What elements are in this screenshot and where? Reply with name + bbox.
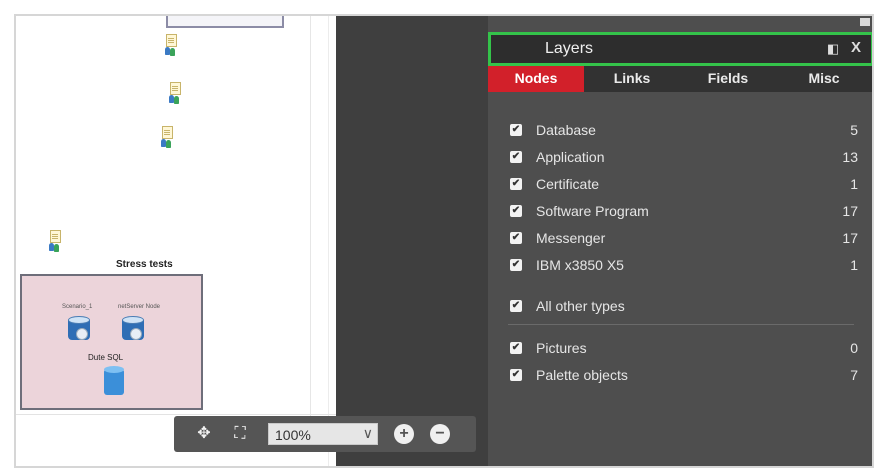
zoom-select[interactable]: 100% ∨	[268, 423, 378, 445]
layer-row-database[interactable]: ✔ Database 5	[488, 120, 872, 142]
layer-checkbox[interactable]: ✔	[510, 232, 522, 244]
layer-label: Messenger	[536, 230, 606, 246]
chevron-down-icon: ∨	[362, 425, 373, 441]
fit-screen-icon[interactable]: ⛶	[230, 424, 250, 444]
canvas-divider	[16, 414, 336, 415]
application-node-icon[interactable]	[48, 230, 62, 254]
layer-row-palette-objects[interactable]: ✔ Palette objects 7	[488, 365, 872, 387]
layer-count: 13	[842, 149, 858, 165]
server-icon[interactable]	[122, 316, 144, 342]
layer-checkbox[interactable]: ✔	[510, 124, 522, 136]
stress-tests-group[interactable]: Scenario_1 netServer Node Dute SQL	[20, 274, 203, 410]
close-icon[interactable]: X	[849, 40, 863, 56]
layer-label: Software Program	[536, 203, 649, 219]
diagram-canvas[interactable]: Stress tests Scenario_1 netServer Node D…	[16, 16, 336, 466]
layer-label: Certificate	[536, 176, 600, 192]
diagram-group-box[interactable]	[166, 16, 284, 28]
layer-label: Palette objects	[536, 367, 628, 383]
application-node-icon[interactable]	[164, 34, 178, 58]
canvas-divider	[310, 16, 311, 416]
divider	[508, 324, 854, 325]
database-icon[interactable]	[104, 366, 124, 396]
layer-row-all-other-types[interactable]: ✔ All other types	[488, 296, 872, 318]
node-label: Scenario_1	[62, 304, 93, 310]
canvas-divider	[328, 16, 329, 466]
layer-count: 5	[850, 122, 858, 138]
layers-panel: Layers ◧ X Nodes Links Fields Misc ✔ Dat…	[488, 16, 872, 466]
layer-row-application[interactable]: ✔ Application 13	[488, 147, 872, 169]
tab-misc[interactable]: Misc	[776, 66, 872, 92]
zoom-toolbar: ✥ ⛶ 100% ∨ + −	[174, 416, 476, 452]
panel-resize-handle[interactable]	[860, 18, 870, 26]
server-icon[interactable]	[68, 316, 90, 342]
app-frame: Stress tests Scenario_1 netServer Node D…	[14, 14, 874, 468]
layer-row-messenger[interactable]: ✔ Messenger 17	[488, 228, 872, 250]
layer-checkbox[interactable]: ✔	[510, 178, 522, 190]
layers-tabs: Nodes Links Fields Misc	[488, 66, 872, 92]
layer-label: All other types	[536, 298, 625, 314]
tab-nodes[interactable]: Nodes	[488, 66, 584, 92]
layer-row-pictures[interactable]: ✔ Pictures 0	[488, 338, 872, 360]
application-node-icon[interactable]	[168, 82, 182, 106]
application-node-icon[interactable]	[160, 126, 174, 150]
layer-checkbox[interactable]: ✔	[510, 300, 522, 312]
zoom-in-button[interactable]: +	[394, 424, 414, 444]
canvas-background	[336, 16, 488, 466]
layer-row-certificate[interactable]: ✔ Certificate 1	[488, 174, 872, 196]
layer-count: 1	[850, 257, 858, 273]
layer-checkbox[interactable]: ✔	[510, 205, 522, 217]
layer-checkbox[interactable]: ✔	[510, 369, 522, 381]
layer-count: 7	[850, 367, 858, 383]
layer-checkbox[interactable]: ✔	[510, 342, 522, 354]
move-arrows-icon[interactable]: ✥	[194, 424, 214, 444]
zoom-out-button[interactable]: −	[430, 424, 450, 444]
layer-count: 17	[842, 230, 858, 246]
layer-count: 17	[842, 203, 858, 219]
layer-label: Application	[536, 149, 605, 165]
zoom-value: 100%	[275, 427, 311, 443]
layer-count: 0	[850, 340, 858, 356]
layer-row-ibm-x3850[interactable]: ✔ IBM x3850 X5 1	[488, 255, 872, 277]
node-label: Dute SQL	[88, 353, 124, 362]
panel-header: Layers ◧ X	[488, 32, 872, 66]
layer-checkbox[interactable]: ✔	[510, 151, 522, 163]
node-label: netServer Node	[118, 304, 161, 310]
tab-links[interactable]: Links	[584, 66, 680, 92]
layer-label: IBM x3850 X5	[536, 257, 624, 273]
layer-checkbox[interactable]: ✔	[510, 259, 522, 271]
pin-icon[interactable]: ◧	[825, 41, 841, 57]
layer-label: Database	[536, 122, 596, 138]
layer-label: Pictures	[536, 340, 587, 356]
panel-title: Layers	[545, 40, 594, 57]
group-title: Stress tests	[116, 259, 173, 270]
layer-count: 1	[850, 176, 858, 192]
tab-fields[interactable]: Fields	[680, 66, 776, 92]
layer-row-software-program[interactable]: ✔ Software Program 17	[488, 201, 872, 223]
